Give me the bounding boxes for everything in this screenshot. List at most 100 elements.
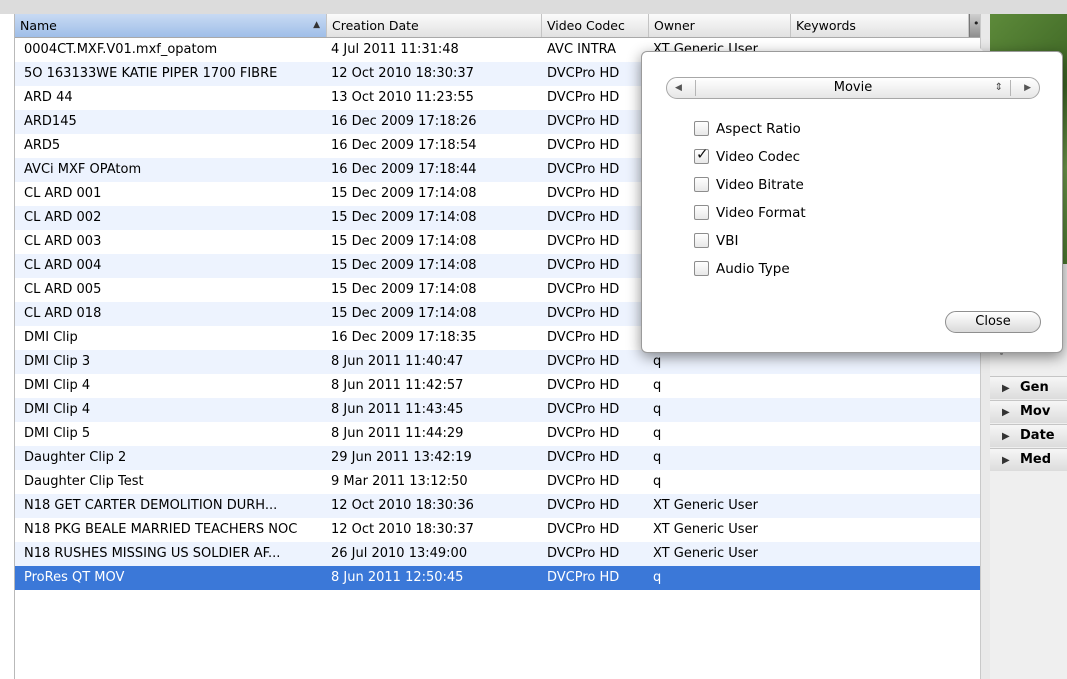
cell-creation-date: 8 Jun 2011 11:43:45 — [331, 402, 464, 417]
cell-owner: q — [653, 426, 662, 441]
inspector-section-header[interactable]: ▶ Med — [990, 448, 1067, 471]
cell-name: AVCi MXF OPAtom — [24, 162, 142, 177]
table-row[interactable]: Daughter Clip Test 9 Mar 2011 13:12:50 DVC… — [15, 470, 981, 494]
cell-keywords — [797, 350, 967, 374]
cell-name: N18 GET CARTER DEMOLITION DURH... — [24, 498, 278, 513]
cell-keywords — [797, 422, 967, 446]
option-label: VBI — [716, 233, 739, 249]
cell-video-codec: DVCPro HD — [547, 66, 620, 81]
checkbox[interactable] — [694, 232, 709, 248]
checkbox[interactable] — [694, 120, 709, 136]
table-row[interactable]: N18 PKG BEALE MARRIED TEACHERS NOC 12 Oct… — [15, 518, 981, 542]
column-header-video-codec[interactable]: Video Codec — [542, 14, 649, 37]
column-header-name[interactable]: Name ▲ — [15, 14, 327, 37]
disclosure-triangle-icon: ▶ — [1002, 455, 1010, 466]
cell-video-codec: DVCPro HD — [547, 546, 620, 561]
cell-video-codec: DVCPro HD — [547, 330, 620, 345]
cell-creation-date: 9 Mar 2011 13:12:50 — [331, 474, 468, 489]
column-chooser-popover: ◀ Movie ⇕ ▶ Aspect Ratio ✓ Video Codec Vide… — [641, 51, 1063, 353]
option-checkbox-row[interactable]: Video Bitrate — [694, 174, 804, 196]
cell-creation-date: 15 Dec 2009 17:14:08 — [331, 234, 477, 249]
cell-owner: q — [653, 474, 662, 489]
table-row[interactable]: Daughter Clip 2 29 Jun 2011 13:42:19 DVCPr… — [15, 446, 981, 470]
table-row[interactable]: N18 GET CARTER DEMOLITION DURH... 12 Oct … — [15, 494, 981, 518]
checkbox[interactable] — [694, 176, 709, 192]
cell-name: CL ARD 004 — [24, 258, 102, 273]
checkbox[interactable] — [694, 204, 709, 220]
column-header-creation-date[interactable]: Creation Date — [327, 14, 542, 37]
cell-name: DMI Clip 3 — [24, 354, 91, 369]
table-row[interactable]: N18 RUSHES MISSING US SOLDIER AF... 26 Ju… — [15, 542, 981, 566]
cell-name: CL ARD 002 — [24, 210, 102, 225]
column-header-label: Video Codec — [547, 18, 625, 33]
window-top-strip — [0, 0, 1067, 14]
option-checkbox-row[interactable]: VBI — [694, 230, 738, 252]
cell-creation-date: 29 Jun 2011 13:42:19 — [331, 450, 472, 465]
category-selector[interactable]: ◀ Movie ⇕ ▶ — [666, 77, 1040, 99]
cell-owner: XT Generic User — [653, 522, 758, 537]
cell-keywords — [797, 494, 967, 518]
cell-name: DMI Clip 5 — [24, 426, 91, 441]
cell-name: CL ARD 001 — [24, 186, 102, 201]
table-row[interactable]: DMI Clip 3 8 Jun 2011 11:40:47 DVCPro HD q — [15, 350, 981, 374]
cell-name: ARD 44 — [24, 90, 73, 105]
cell-name: ProRes QT MOV — [24, 570, 125, 585]
inspector-section-header[interactable]: ▶ Date — [990, 424, 1067, 447]
popup-stepper-icon: ⇕ — [994, 82, 1003, 93]
cell-creation-date: 13 Oct 2010 11:23:55 — [331, 90, 474, 105]
cell-owner: q — [653, 402, 662, 417]
cell-owner: q — [653, 570, 662, 585]
cell-owner: XT Generic User — [653, 498, 758, 513]
cell-video-codec: DVCPro HD — [547, 522, 620, 537]
cell-keywords — [797, 446, 967, 470]
inspector-section-label: Mov — [1020, 404, 1051, 419]
checkbox-checked[interactable]: ✓ — [694, 145, 709, 164]
option-checkbox-row[interactable]: ✓ Video Codec — [694, 145, 800, 168]
cell-creation-date: 8 Jun 2011 11:40:47 — [331, 354, 464, 369]
cell-creation-date: 26 Jul 2010 13:49:00 — [331, 546, 468, 561]
checkbox[interactable] — [694, 260, 709, 276]
cell-name: Daughter Clip Test — [24, 474, 144, 489]
table-row[interactable]: DMI Clip 5 8 Jun 2011 11:44:29 DVCPro HD q — [15, 422, 981, 446]
cell-video-codec: DVCPro HD — [547, 210, 620, 225]
next-category-icon[interactable]: ▶ — [1024, 78, 1031, 98]
checkmark-icon: ✓ — [696, 144, 709, 163]
cell-name: CL ARD 005 — [24, 282, 102, 297]
cell-video-codec: DVCPro HD — [547, 378, 620, 393]
column-header-label: Name — [20, 18, 57, 33]
cell-name: N18 RUSHES MISSING US SOLDIER AF... — [24, 546, 281, 561]
cell-video-codec: DVCPro HD — [547, 450, 620, 465]
table-row[interactable]: DMI Clip 4 8 Jun 2011 11:43:45 DVCPro HD q — [15, 398, 981, 422]
option-checkbox-row[interactable]: Audio Type — [694, 258, 790, 280]
inspector-section-header[interactable]: ▶ Gen — [990, 376, 1067, 399]
cell-owner: q — [653, 354, 662, 369]
cell-keywords — [797, 470, 967, 494]
cell-creation-date: 12 Oct 2010 18:30:36 — [331, 498, 474, 513]
cell-video-codec: DVCPro HD — [547, 474, 620, 489]
cell-video-codec: DVCPro HD — [547, 282, 620, 297]
cell-name: N18 PKG BEALE MARRIED TEACHERS NOC — [24, 522, 298, 537]
table-row[interactable]: ProRes QT MOV 8 Jun 2011 12:50:45 DVCPro H… — [15, 566, 981, 590]
cell-name: DMI Clip — [24, 330, 78, 345]
cell-creation-date: 12 Oct 2010 18:30:37 — [331, 522, 474, 537]
cell-keywords — [797, 518, 967, 542]
cell-creation-date: 8 Jun 2011 11:44:29 — [331, 426, 464, 441]
cell-creation-date: 15 Dec 2009 17:14:08 — [331, 258, 477, 273]
cell-creation-date: 12 Oct 2010 18:30:37 — [331, 66, 474, 81]
cell-video-codec: DVCPro HD — [547, 402, 620, 417]
option-checkbox-row[interactable]: Aspect Ratio — [694, 118, 801, 140]
cell-name: CL ARD 018 — [24, 306, 102, 321]
cell-creation-date: 16 Dec 2009 17:18:26 — [331, 114, 477, 129]
column-header-keywords[interactable]: Keywords — [791, 14, 969, 37]
inspector-section-header[interactable]: ▶ Mov — [990, 400, 1067, 423]
cell-keywords — [797, 566, 967, 590]
table-header: Name ▲ Creation Date Video Codec Owner K… — [15, 14, 981, 38]
cell-creation-date: 15 Dec 2009 17:14:08 — [331, 306, 477, 321]
close-button[interactable]: Close — [945, 311, 1041, 333]
option-label: Audio Type — [716, 261, 790, 277]
cell-name: ARD5 — [24, 138, 61, 153]
table-row[interactable]: DMI Clip 4 8 Jun 2011 11:42:57 DVCPro HD q — [15, 374, 981, 398]
column-header-owner[interactable]: Owner — [649, 14, 791, 37]
option-checkbox-row[interactable]: Video Format — [694, 202, 806, 224]
cell-video-codec: AVC INTRA — [547, 42, 617, 57]
